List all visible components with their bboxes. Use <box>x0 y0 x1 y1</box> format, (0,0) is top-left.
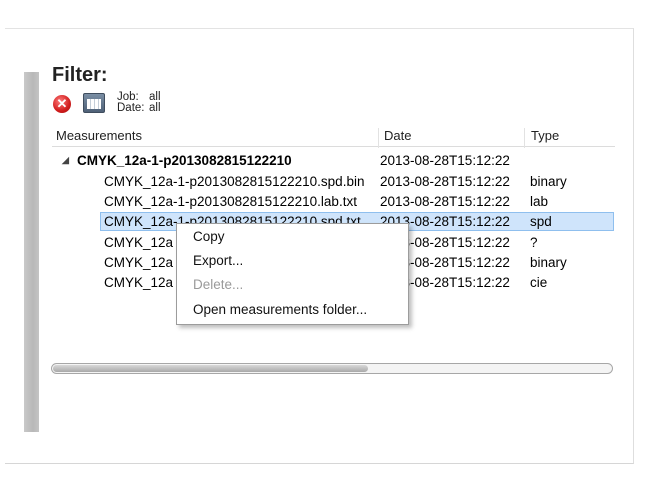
row-type: spd <box>530 214 552 229</box>
filter-summary: Job: all Date: all <box>117 91 161 114</box>
clear-filter-icon[interactable]: ✕ <box>53 95 71 113</box>
filter-title: Filter: <box>52 64 108 86</box>
row-name: CMYK_12a-1-p2013082815122210.spd.bin <box>104 174 365 189</box>
column-separator[interactable] <box>378 128 379 148</box>
column-header-type[interactable]: Type <box>531 128 559 143</box>
expand-toggle-icon[interactable]: ◢ <box>62 151 69 170</box>
row-name: CMYK_12a <box>104 255 174 270</box>
menu-item-export[interactable]: Export... <box>193 253 243 268</box>
row-type: ? <box>530 235 538 250</box>
row-name: CMYK_12a-1-p2013082815122210.lab.txt <box>104 194 357 209</box>
tree-row-parent[interactable]: ◢ CMYK_12a-1-p2013082815122210 2013-08-2… <box>62 151 614 170</box>
row-type: lab <box>530 194 549 209</box>
date-label: Date: <box>117 102 145 114</box>
horizontal-scrollbar[interactable] <box>51 363 613 374</box>
tree-row[interactable]: CMYK_12a-1-p2013082815122210.lab.txt 201… <box>100 192 614 211</box>
row-name: CMYK_12a-1-p2013082815122210 <box>77 153 292 168</box>
tree-header: Measurements Date Type <box>52 125 615 148</box>
row-name: CMYK_12a <box>104 235 174 250</box>
scrollbar-thumb[interactable] <box>53 365 368 372</box>
menu-item-open-folder[interactable]: Open measurements folder... <box>193 302 367 317</box>
menu-item-delete: Delete... <box>193 277 244 292</box>
calendar-icon[interactable] <box>83 93 105 113</box>
row-date: 2013-08-28T15:12:22 <box>380 153 510 168</box>
row-name: CMYK_12a <box>104 275 174 290</box>
column-header-measurements[interactable]: Measurements <box>56 128 142 143</box>
menu-item-copy[interactable]: Copy <box>193 229 225 244</box>
row-type: cie <box>530 275 548 290</box>
column-separator[interactable] <box>524 128 525 148</box>
row-date: 2013-08-28T15:12:22 <box>380 174 510 189</box>
row-type: binary <box>530 174 567 189</box>
left-splitter[interactable] <box>24 72 39 432</box>
date-value: all <box>149 102 161 114</box>
row-date: 2013-08-28T15:12:22 <box>380 194 510 209</box>
row-type: binary <box>530 255 567 270</box>
tree-row[interactable]: CMYK_12a-1-p2013082815122210.spd.bin 201… <box>100 172 614 191</box>
context-menu: Copy Export... Delete... Open measuremen… <box>176 223 409 325</box>
column-header-date[interactable]: Date <box>384 128 411 143</box>
